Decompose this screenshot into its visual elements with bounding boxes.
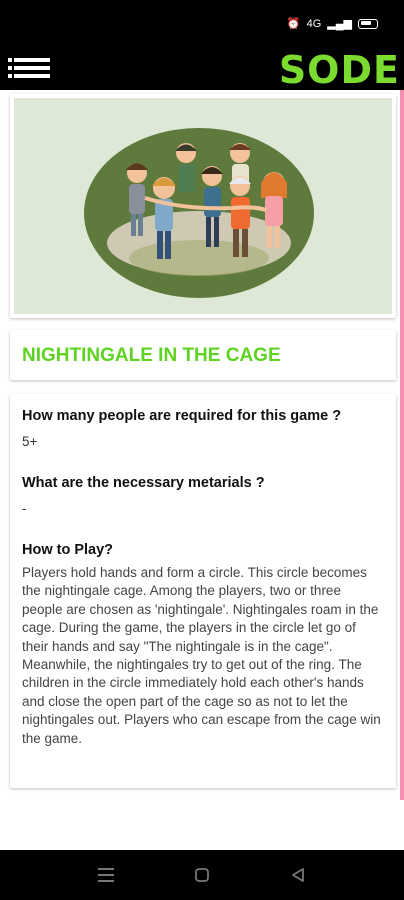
players-question: How many people are required for this ga… [22,408,342,424]
players-answer: 5+ [22,434,38,449]
main-content: NIGHTINGALE IN THE CAGE How many people … [0,90,404,850]
game-illustration [14,98,392,314]
how-to-play-text: Players hold hands and form a circle. Th… [22,565,381,746]
how-to-play-heading: How to Play? [22,542,114,558]
system-nav-bar [0,850,404,900]
children-circle-illustration [84,128,314,298]
game-title: NIGHTINGALE IN THE CAGE [22,345,281,366]
back-icon[interactable] [290,867,306,883]
status-icons: ⏰ 4G ▂▄▆ [287,17,378,30]
network-label: 4G [306,17,322,30]
signal-icon: ▂▄▆ [327,18,352,30]
battery-icon [358,18,378,29]
game-info-card: How many people are required for this ga… [10,394,396,788]
status-bar: ⏰ 4G ▂▄▆ [0,0,404,46]
materials-answer: - [22,501,27,516]
home-icon[interactable] [194,867,210,883]
alarm-icon: ⏰ [286,18,301,30]
materials-question: What are the necessary metarials ? [22,475,265,491]
brand-logo[interactable]: SODE [279,48,400,92]
scroll-indicator [400,90,404,800]
app-bar: SODE [0,46,404,92]
game-title-card: NIGHTINGALE IN THE CAGE [10,330,396,380]
hamburger-menu-icon[interactable] [8,56,52,80]
game-image-card [10,94,396,318]
recent-apps-icon[interactable] [97,867,115,883]
